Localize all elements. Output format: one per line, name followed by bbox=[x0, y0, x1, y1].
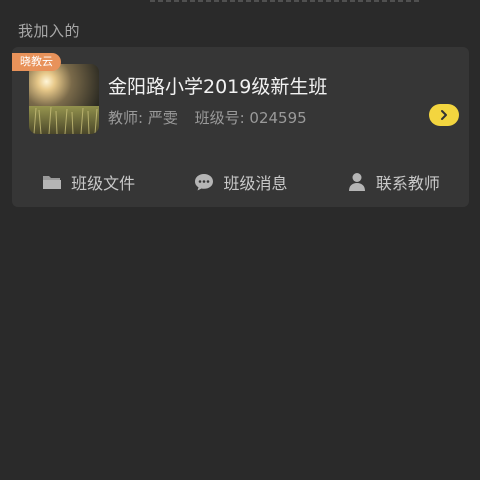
class-files-label: 班级文件 bbox=[71, 174, 136, 193]
class-files-button[interactable]: 班级文件 bbox=[41, 170, 135, 194]
contact-teacher-label: 联系教师 bbox=[375, 174, 440, 193]
chevron-right-icon bbox=[441, 110, 447, 120]
class-actions: 班级文件 班级消息 联系教师 bbox=[12, 167, 469, 197]
class-meta: 教师: 严雯 班级号: 024595 bbox=[108, 107, 307, 128]
contact-teacher-button[interactable]: 联系教师 bbox=[346, 170, 440, 194]
class-id: 班级号: 024595 bbox=[194, 109, 307, 127]
section-title: 我加入的 bbox=[18, 22, 81, 40]
folder-icon bbox=[41, 171, 63, 193]
teacher-name: 教师: 严雯 bbox=[108, 109, 178, 127]
class-messages-button[interactable]: 班级消息 bbox=[193, 170, 288, 194]
class-card[interactable]: 晓教云 金阳路小学2019级新生班 教师: 严雯 班级号: 024595 班级文… bbox=[12, 47, 469, 207]
chat-bubble-icon bbox=[193, 171, 215, 193]
class-messages-label: 班级消息 bbox=[223, 174, 288, 193]
class-title: 金阳路小学2019级新生班 bbox=[108, 76, 328, 98]
person-icon bbox=[346, 171, 368, 193]
enter-class-button[interactable] bbox=[429, 104, 459, 126]
source-badge: 晓教云 bbox=[12, 53, 61, 71]
top-divider bbox=[150, 0, 420, 2]
class-thumbnail bbox=[29, 64, 99, 134]
joined-classes-screen: 我加入的 晓教云 金阳路小学2019级新生班 教师: 严雯 班级号: 02459… bbox=[0, 0, 480, 480]
